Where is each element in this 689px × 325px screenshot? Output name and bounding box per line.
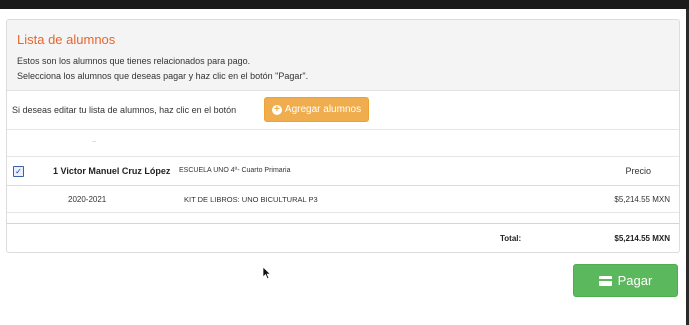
add-students-button[interactable]: + Agregar alumnos [264,97,369,122]
mouse-cursor-icon [262,266,272,280]
item-school-year: 2020-2021 [68,195,107,204]
item-description: KIT DE LIBROS: UNO BICULTURAL P3 [184,195,318,204]
edit-list-text: Si deseas editar tu lista de alumnos, ha… [12,105,237,115]
divider [7,213,679,224]
student-row: ✓ 1 Victor Manuel Cruz López ESCUELA UNO… [7,157,679,186]
panel-description-line-1: Estos son los alumnos que tienes relacio… [17,56,251,66]
price-column-header: Precio [625,166,651,176]
add-students-label: Agregar alumnos [284,104,362,115]
table-row: 2020-2021 KIT DE LIBROS: UNO BICULTURAL … [7,186,679,213]
divider [92,141,96,142]
credit-card-icon [598,275,612,286]
student-checkbox[interactable]: ✓ [13,166,24,177]
panel-header: Lista de alumnos Estos son los alumnos q… [7,20,679,91]
pay-button[interactable]: Pagar [573,264,678,297]
students-panel: Lista de alumnos Estos son los alumnos q… [6,19,680,253]
panel-description-line-2: Selecciona los alumnos que deseas pagar … [17,71,309,81]
spacer-row [7,130,679,157]
edit-list-row: Si deseas editar tu lista de alumnos, ha… [7,91,679,130]
panel-title: Lista de alumnos [17,32,116,47]
student-name: 1 Victor Manuel Cruz López [53,166,171,176]
total-label: Total: [500,234,522,243]
plus-circle-icon: + [271,104,282,115]
pay-button-label: Pagar [617,273,653,288]
student-school: ESCUELA UNO 4º- Cuarto Primaria [179,167,291,174]
total-value: $5,214.55 MXN [614,234,670,243]
item-price: $5,214.55 MXN [614,195,670,204]
total-row: Total: $5,214.55 MXN [7,225,679,252]
